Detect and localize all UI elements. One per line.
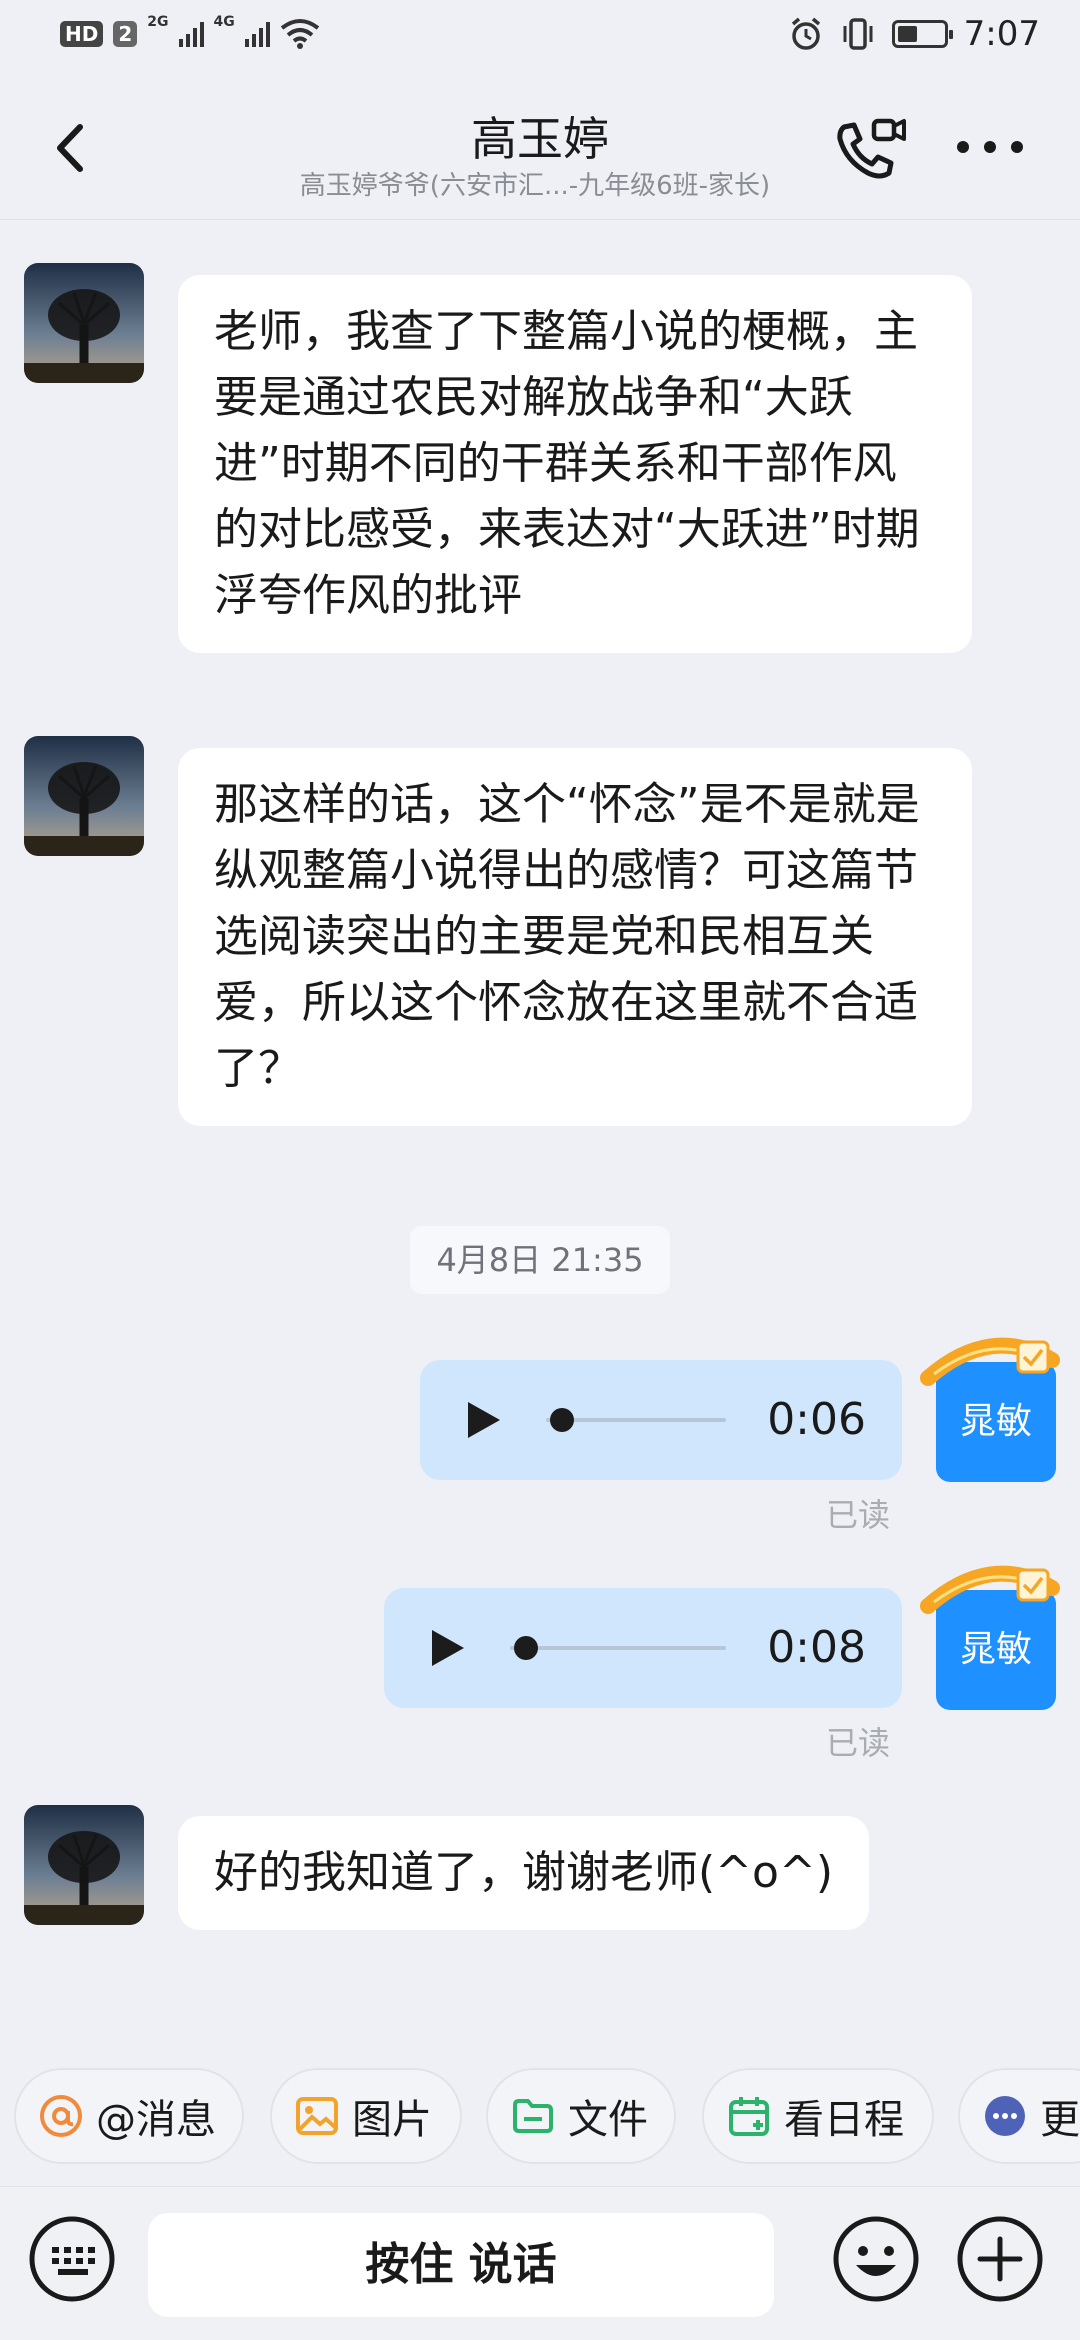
network-type-4g: 4G <box>213 14 235 30</box>
image-icon <box>296 2097 338 2135</box>
chip-label: 更 <box>1040 2097 1080 2143</box>
message-text: 那这样的话，这个“怀念”是不是就是纵观整篇小说得出的感情？可这篇节选阅读突出的主… <box>214 779 920 1094</box>
plus-icon[interactable] <box>956 2215 1044 2303</box>
clock: 7:07 <box>963 14 1040 54</box>
call-icon[interactable] <box>830 113 910 183</box>
tree-avatar-icon <box>24 1805 144 1925</box>
chip-image[interactable]: 图片 <box>270 2068 462 2164</box>
quick-action-bar: @消息 图片 文件 看日程 更 <box>0 2068 1080 2172</box>
voice-message[interactable]: 0:08 <box>384 1588 902 1708</box>
contact-avatar[interactable] <box>24 263 144 383</box>
voice-progress-knob[interactable] <box>550 1408 574 1432</box>
work-pioneer-badge-icon <box>920 1565 1060 1614</box>
at-icon <box>40 2095 82 2137</box>
signal-bars-icon <box>244 21 270 47</box>
contact-name: 高玉婷 <box>471 112 609 166</box>
chip-more[interactable]: 更 <box>958 2068 1080 2164</box>
read-receipt: 已读 <box>825 1496 890 1534</box>
battery-level <box>897 26 918 42</box>
hold-to-talk-button[interactable]: 按住 说话 <box>148 2213 774 2317</box>
message-bubble-incoming[interactable]: 老师，我查了下整篇小说的梗概，主要是通过农民对解放战争和“大跃进”时期不同的干群… <box>178 275 972 653</box>
play-icon[interactable] <box>430 1628 466 1668</box>
message-bubble-incoming[interactable]: 那这样的话，这个“怀念”是不是就是纵观整篇小说得出的感情？可这篇节选阅读突出的主… <box>178 748 972 1126</box>
battery-icon <box>891 20 953 48</box>
chip-label: 文件 <box>568 2097 648 2143</box>
more-options-icon[interactable] <box>950 127 1030 167</box>
chip-label: @消息 <box>96 2097 216 2143</box>
voice-duration: 0:08 <box>767 1622 866 1673</box>
emoji-icon[interactable] <box>832 2215 920 2303</box>
status-bar: HD 2 2G 4G 7:07 <box>0 0 1080 75</box>
signal-bars-icon <box>178 21 204 47</box>
more-dots-icon <box>985 2096 1025 2136</box>
voice-progress-track[interactable] <box>510 1646 726 1650</box>
timestamp-divider: 4月8日 21:35 <box>410 1226 670 1294</box>
chip-calendar[interactable]: 看日程 <box>702 2068 934 2164</box>
tree-avatar-icon <box>24 736 144 856</box>
message-bubble-incoming[interactable]: 好的我知道了，谢谢老师(^o^) <box>178 1816 869 1930</box>
message-text: 好的我知道了，谢谢老师(^o^) <box>214 1847 833 1898</box>
chat-header: 高玉婷 高玉婷爷爷(六安市汇...-九年级6班-家长) <box>0 75 1080 220</box>
chip-file[interactable]: 文件 <box>486 2068 676 2164</box>
contact-avatar[interactable] <box>24 1805 144 1925</box>
chip-label: 图片 <box>352 2097 432 2143</box>
keyboard-icon[interactable] <box>28 2215 116 2303</box>
tree-avatar-icon <box>24 263 144 383</box>
play-icon[interactable] <box>466 1400 502 1440</box>
calendar-icon <box>729 2097 769 2136</box>
wifi-icon <box>280 19 319 49</box>
chip-at-message[interactable]: @消息 <box>14 2068 244 2164</box>
sim-slot-icon: 2 <box>113 21 138 47</box>
hd-voice-icon: HD <box>60 21 104 47</box>
alarm-icon <box>791 17 820 50</box>
voice-progress-knob[interactable] <box>514 1636 538 1660</box>
read-receipt: 已读 <box>825 1724 890 1762</box>
work-pioneer-badge-icon <box>920 1337 1060 1386</box>
voice-duration: 0:06 <box>767 1394 866 1445</box>
folder-icon <box>513 2099 553 2133</box>
chip-label: 看日程 <box>784 2097 904 2143</box>
message-text: 老师，我查了下整篇小说的梗概，主要是通过农民对解放战争和“大跃进”时期不同的干群… <box>214 306 920 621</box>
contact-avatar[interactable] <box>24 736 144 856</box>
voice-message[interactable]: 0:06 <box>420 1360 902 1480</box>
network-type-2g: 2G <box>147 14 169 30</box>
input-bar: 按住 说话 <box>0 2186 1080 2340</box>
vibrate-icon <box>843 18 873 50</box>
